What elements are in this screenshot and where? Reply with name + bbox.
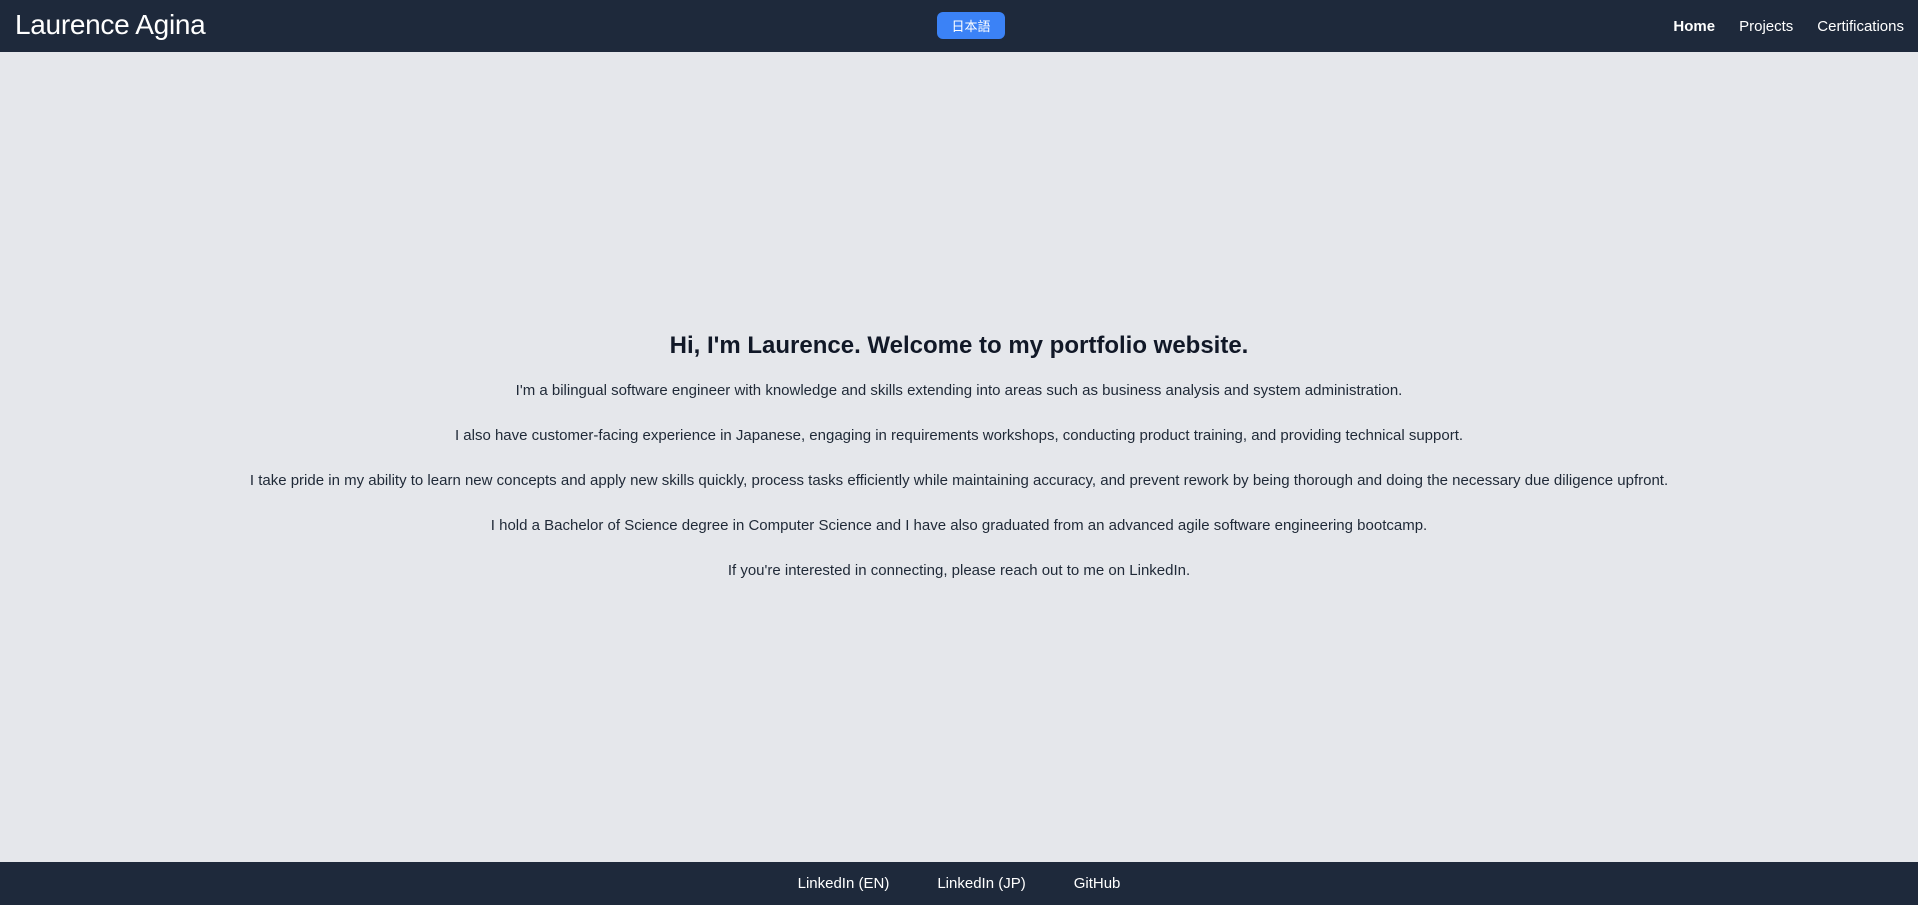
intro-paragraph-4: I hold a Bachelor of Science degree in C… — [490, 517, 1428, 534]
language-toggle-button[interactable]: 日本語 — [937, 12, 1005, 39]
main-nav: Home Projects Certifications — [1673, 0, 1904, 52]
intro-paragraph-5: If you're interested in connecting, plea… — [727, 562, 1191, 579]
nav-link-certifications[interactable]: Certifications — [1817, 18, 1904, 35]
page-footer: LinkedIn (EN) LinkedIn (JP) GitHub — [0, 862, 1918, 905]
intro-paragraph-2: I also have customer-facing experience i… — [454, 427, 1464, 444]
footer-link-github[interactable]: GitHub — [1074, 875, 1121, 892]
footer-link-linkedin-jp[interactable]: LinkedIn (JP) — [937, 875, 1025, 892]
intro-paragraph-1: I'm a bilingual software engineer with k… — [515, 382, 1403, 399]
intro-paragraph-3: I take pride in my ability to learn new … — [249, 472, 1669, 489]
footer-link-linkedin-en[interactable]: LinkedIn (EN) — [798, 875, 890, 892]
nav-link-home[interactable]: Home — [1673, 18, 1715, 35]
nav-link-projects[interactable]: Projects — [1739, 18, 1793, 35]
site-brand[interactable]: Laurence Agina — [15, 8, 206, 42]
page-heading: Hi, I'm Laurence. Welcome to my portfoli… — [669, 332, 1249, 359]
top-navbar: Laurence Agina 日本語 Home Projects Certifi… — [0, 0, 1918, 52]
intro-section: Hi, I'm Laurence. Welcome to my portfoli… — [0, 52, 1918, 862]
